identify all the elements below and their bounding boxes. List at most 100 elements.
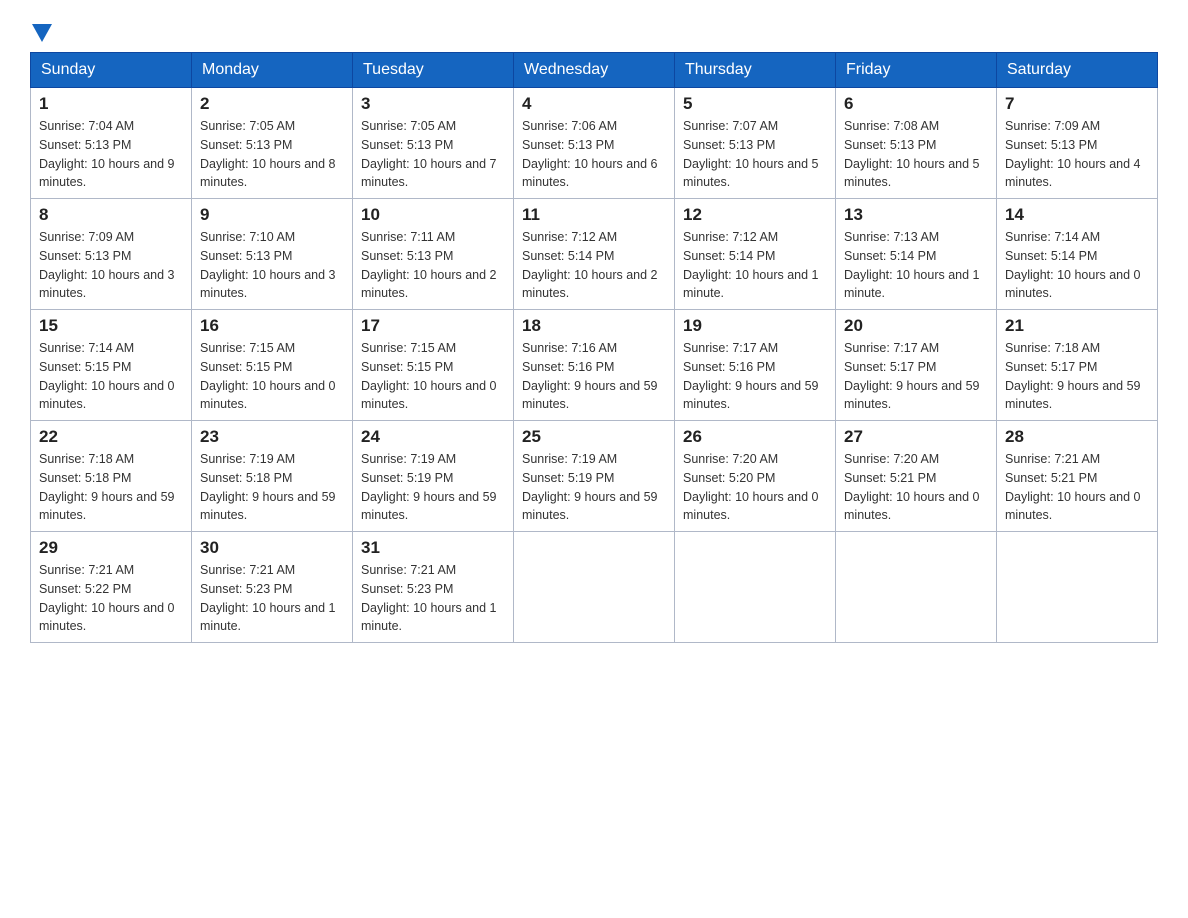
day-info: Sunrise: 7:21 AMSunset: 5:23 PMDaylight:… xyxy=(361,563,497,633)
calendar-cell: 2 Sunrise: 7:05 AMSunset: 5:13 PMDayligh… xyxy=(192,88,353,199)
calendar-cell xyxy=(675,532,836,643)
day-info: Sunrise: 7:20 AMSunset: 5:21 PMDaylight:… xyxy=(844,452,980,522)
week-row-5: 29 Sunrise: 7:21 AMSunset: 5:22 PMDaylig… xyxy=(31,532,1158,643)
day-number: 11 xyxy=(522,205,666,225)
day-number: 27 xyxy=(844,427,988,447)
day-info: Sunrise: 7:20 AMSunset: 5:20 PMDaylight:… xyxy=(683,452,819,522)
day-info: Sunrise: 7:04 AMSunset: 5:13 PMDaylight:… xyxy=(39,119,175,189)
day-number: 21 xyxy=(1005,316,1149,336)
calendar-cell: 27 Sunrise: 7:20 AMSunset: 5:21 PMDaylig… xyxy=(836,421,997,532)
week-row-3: 15 Sunrise: 7:14 AMSunset: 5:15 PMDaylig… xyxy=(31,310,1158,421)
day-number: 16 xyxy=(200,316,344,336)
day-info: Sunrise: 7:14 AMSunset: 5:15 PMDaylight:… xyxy=(39,341,175,411)
day-number: 31 xyxy=(361,538,505,558)
day-number: 22 xyxy=(39,427,183,447)
day-info: Sunrise: 7:05 AMSunset: 5:13 PMDaylight:… xyxy=(361,119,497,189)
day-number: 9 xyxy=(200,205,344,225)
day-info: Sunrise: 7:18 AMSunset: 5:17 PMDaylight:… xyxy=(1005,341,1141,411)
day-info: Sunrise: 7:19 AMSunset: 5:19 PMDaylight:… xyxy=(522,452,658,522)
calendar-cell: 31 Sunrise: 7:21 AMSunset: 5:23 PMDaylig… xyxy=(353,532,514,643)
day-info: Sunrise: 7:10 AMSunset: 5:13 PMDaylight:… xyxy=(200,230,336,300)
logo-triangle-icon xyxy=(32,24,52,42)
day-number: 7 xyxy=(1005,94,1149,114)
calendar-table: SundayMondayTuesdayWednesdayThursdayFrid… xyxy=(30,52,1158,643)
day-info: Sunrise: 7:16 AMSunset: 5:16 PMDaylight:… xyxy=(522,341,658,411)
calendar-cell: 26 Sunrise: 7:20 AMSunset: 5:20 PMDaylig… xyxy=(675,421,836,532)
calendar-cell: 16 Sunrise: 7:15 AMSunset: 5:15 PMDaylig… xyxy=(192,310,353,421)
day-info: Sunrise: 7:21 AMSunset: 5:22 PMDaylight:… xyxy=(39,563,175,633)
calendar-cell: 12 Sunrise: 7:12 AMSunset: 5:14 PMDaylig… xyxy=(675,199,836,310)
calendar-cell: 3 Sunrise: 7:05 AMSunset: 5:13 PMDayligh… xyxy=(353,88,514,199)
calendar-cell: 30 Sunrise: 7:21 AMSunset: 5:23 PMDaylig… xyxy=(192,532,353,643)
day-number: 10 xyxy=(361,205,505,225)
day-info: Sunrise: 7:19 AMSunset: 5:18 PMDaylight:… xyxy=(200,452,336,522)
calendar-cell: 13 Sunrise: 7:13 AMSunset: 5:14 PMDaylig… xyxy=(836,199,997,310)
day-info: Sunrise: 7:17 AMSunset: 5:16 PMDaylight:… xyxy=(683,341,819,411)
day-number: 20 xyxy=(844,316,988,336)
day-number: 6 xyxy=(844,94,988,114)
day-info: Sunrise: 7:14 AMSunset: 5:14 PMDaylight:… xyxy=(1005,230,1141,300)
day-info: Sunrise: 7:18 AMSunset: 5:18 PMDaylight:… xyxy=(39,452,175,522)
header-thursday: Thursday xyxy=(675,53,836,88)
day-number: 1 xyxy=(39,94,183,114)
day-number: 5 xyxy=(683,94,827,114)
calendar-cell: 25 Sunrise: 7:19 AMSunset: 5:19 PMDaylig… xyxy=(514,421,675,532)
calendar-cell: 23 Sunrise: 7:19 AMSunset: 5:18 PMDaylig… xyxy=(192,421,353,532)
header-sunday: Sunday xyxy=(31,53,192,88)
day-info: Sunrise: 7:05 AMSunset: 5:13 PMDaylight:… xyxy=(200,119,336,189)
calendar-cell xyxy=(836,532,997,643)
header-friday: Friday xyxy=(836,53,997,88)
day-number: 13 xyxy=(844,205,988,225)
day-info: Sunrise: 7:17 AMSunset: 5:17 PMDaylight:… xyxy=(844,341,980,411)
day-info: Sunrise: 7:06 AMSunset: 5:13 PMDaylight:… xyxy=(522,119,658,189)
calendar-header: SundayMondayTuesdayWednesdayThursdayFrid… xyxy=(31,53,1158,88)
calendar-cell: 9 Sunrise: 7:10 AMSunset: 5:13 PMDayligh… xyxy=(192,199,353,310)
calendar-cell: 4 Sunrise: 7:06 AMSunset: 5:13 PMDayligh… xyxy=(514,88,675,199)
day-number: 18 xyxy=(522,316,666,336)
day-info: Sunrise: 7:12 AMSunset: 5:14 PMDaylight:… xyxy=(683,230,819,300)
calendar-cell: 15 Sunrise: 7:14 AMSunset: 5:15 PMDaylig… xyxy=(31,310,192,421)
calendar-cell: 20 Sunrise: 7:17 AMSunset: 5:17 PMDaylig… xyxy=(836,310,997,421)
day-info: Sunrise: 7:15 AMSunset: 5:15 PMDaylight:… xyxy=(200,341,336,411)
day-number: 19 xyxy=(683,316,827,336)
header-saturday: Saturday xyxy=(997,53,1158,88)
calendar-cell: 14 Sunrise: 7:14 AMSunset: 5:14 PMDaylig… xyxy=(997,199,1158,310)
day-number: 12 xyxy=(683,205,827,225)
calendar-cell: 18 Sunrise: 7:16 AMSunset: 5:16 PMDaylig… xyxy=(514,310,675,421)
day-number: 25 xyxy=(522,427,666,447)
day-number: 15 xyxy=(39,316,183,336)
day-info: Sunrise: 7:15 AMSunset: 5:15 PMDaylight:… xyxy=(361,341,497,411)
day-number: 8 xyxy=(39,205,183,225)
calendar-cell: 24 Sunrise: 7:19 AMSunset: 5:19 PMDaylig… xyxy=(353,421,514,532)
page-header xyxy=(30,20,1158,42)
calendar-cell: 22 Sunrise: 7:18 AMSunset: 5:18 PMDaylig… xyxy=(31,421,192,532)
day-number: 24 xyxy=(361,427,505,447)
header-monday: Monday xyxy=(192,53,353,88)
day-info: Sunrise: 7:08 AMSunset: 5:13 PMDaylight:… xyxy=(844,119,980,189)
day-info: Sunrise: 7:21 AMSunset: 5:23 PMDaylight:… xyxy=(200,563,336,633)
day-number: 2 xyxy=(200,94,344,114)
day-number: 28 xyxy=(1005,427,1149,447)
day-info: Sunrise: 7:12 AMSunset: 5:14 PMDaylight:… xyxy=(522,230,658,300)
header-row: SundayMondayTuesdayWednesdayThursdayFrid… xyxy=(31,53,1158,88)
calendar-cell: 5 Sunrise: 7:07 AMSunset: 5:13 PMDayligh… xyxy=(675,88,836,199)
header-tuesday: Tuesday xyxy=(353,53,514,88)
calendar-cell: 11 Sunrise: 7:12 AMSunset: 5:14 PMDaylig… xyxy=(514,199,675,310)
day-number: 14 xyxy=(1005,205,1149,225)
day-info: Sunrise: 7:11 AMSunset: 5:13 PMDaylight:… xyxy=(361,230,497,300)
day-info: Sunrise: 7:19 AMSunset: 5:19 PMDaylight:… xyxy=(361,452,497,522)
calendar-body: 1 Sunrise: 7:04 AMSunset: 5:13 PMDayligh… xyxy=(31,88,1158,643)
day-number: 30 xyxy=(200,538,344,558)
day-number: 4 xyxy=(522,94,666,114)
calendar-cell: 7 Sunrise: 7:09 AMSunset: 5:13 PMDayligh… xyxy=(997,88,1158,199)
calendar-cell xyxy=(514,532,675,643)
day-number: 3 xyxy=(361,94,505,114)
day-info: Sunrise: 7:09 AMSunset: 5:13 PMDaylight:… xyxy=(1005,119,1141,189)
week-row-4: 22 Sunrise: 7:18 AMSunset: 5:18 PMDaylig… xyxy=(31,421,1158,532)
day-info: Sunrise: 7:13 AMSunset: 5:14 PMDaylight:… xyxy=(844,230,980,300)
calendar-cell: 1 Sunrise: 7:04 AMSunset: 5:13 PMDayligh… xyxy=(31,88,192,199)
calendar-cell: 10 Sunrise: 7:11 AMSunset: 5:13 PMDaylig… xyxy=(353,199,514,310)
week-row-2: 8 Sunrise: 7:09 AMSunset: 5:13 PMDayligh… xyxy=(31,199,1158,310)
day-info: Sunrise: 7:09 AMSunset: 5:13 PMDaylight:… xyxy=(39,230,175,300)
logo xyxy=(30,20,52,42)
